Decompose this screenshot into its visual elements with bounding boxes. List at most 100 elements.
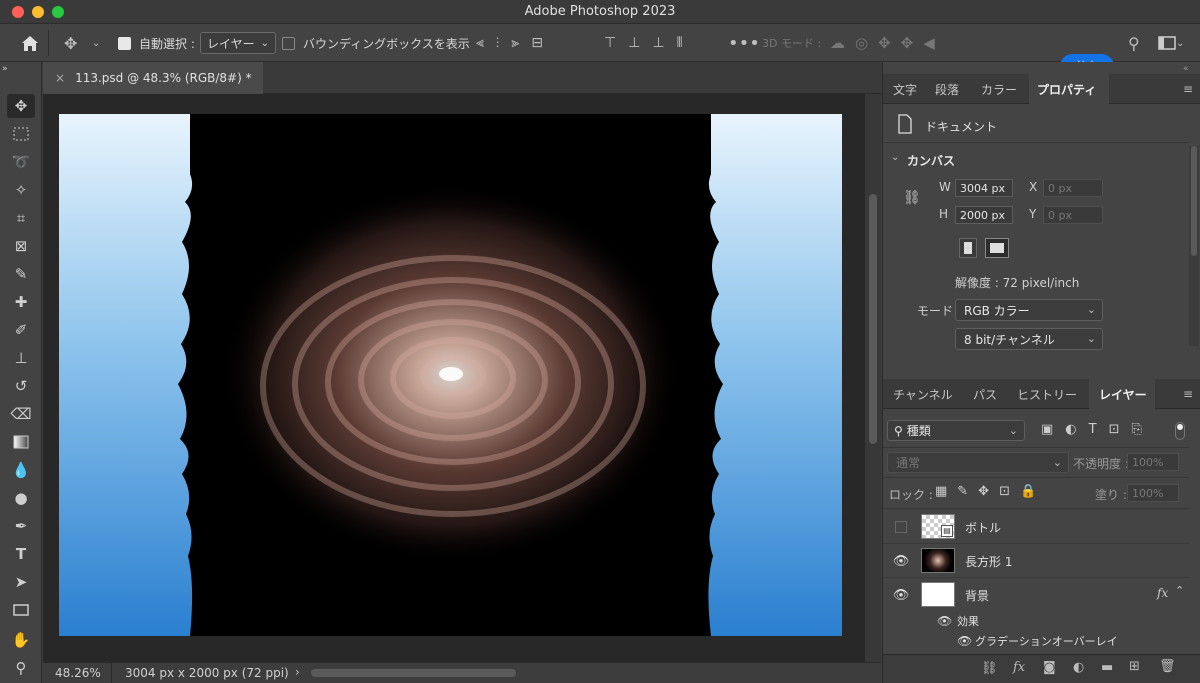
- auto-select-dropdown[interactable]: レイヤー ⌄: [200, 32, 277, 54]
- eraser-icon[interactable]: ⌫: [7, 402, 35, 426]
- home-icon[interactable]: [20, 24, 40, 62]
- fx-badge[interactable]: fx: [1157, 586, 1168, 600]
- mask-icon[interactable]: ◙: [1043, 660, 1056, 675]
- canvas-area[interactable]: [43, 94, 865, 662]
- history-brush-icon[interactable]: ↺: [7, 374, 35, 398]
- crop-tool-icon[interactable]: ⌗: [7, 206, 35, 230]
- link-icon[interactable]: ⛓: [903, 190, 921, 206]
- layer-name[interactable]: 背景: [965, 587, 989, 604]
- collapse-icon[interactable]: «: [1183, 64, 1189, 74]
- tab-paragraph[interactable]: 段落: [935, 74, 971, 104]
- lasso-tool-icon[interactable]: ➰: [7, 150, 35, 174]
- layer-filter-dropdown[interactable]: ⚲ 種類 ⌄: [887, 420, 1025, 441]
- eye-icon[interactable]: 👁: [893, 587, 910, 603]
- width-field[interactable]: 3004 px: [955, 179, 1013, 197]
- align-icons[interactable]: ⫷⫶⫸⊟: [476, 24, 555, 62]
- workspace-icon[interactable]: [1158, 24, 1176, 62]
- collapse-icon[interactable]: »: [2, 64, 30, 74]
- layer-name[interactable]: ボトル: [965, 519, 1001, 536]
- chevron-right-icon[interactable]: ›: [295, 665, 300, 679]
- dodge-tool-icon[interactable]: ●: [7, 486, 35, 510]
- new-layer-icon[interactable]: ⊞: [1129, 659, 1140, 674]
- frame-tool-icon[interactable]: ⊠: [7, 234, 35, 258]
- layer-row[interactable]: ▤ ボトル: [883, 510, 1189, 544]
- color-mode-dropdown[interactable]: RGB カラー ⌄: [955, 299, 1103, 321]
- divider: [48, 30, 49, 56]
- chevron-down-icon[interactable]: ⌄: [92, 24, 100, 62]
- lock-icons[interactable]: ▦✎✥⊡🔒: [935, 484, 1046, 499]
- layer-row[interactable]: 👁 背景 fx ⌃: [883, 578, 1189, 612]
- portrait-icon[interactable]: [959, 238, 977, 258]
- filter-toggle[interactable]: [1175, 422, 1185, 440]
- zoom-level[interactable]: 48.26%: [55, 666, 101, 680]
- panel-menu-icon[interactable]: ≡: [1183, 379, 1193, 409]
- document-canvas[interactable]: [43, 94, 865, 662]
- zoom-tool-icon[interactable]: ⚲: [7, 656, 35, 680]
- effect-item[interactable]: グラデーションオーバーレイ: [975, 633, 1118, 649]
- bit-depth-dropdown[interactable]: 8 bit/チャンネル ⌄: [955, 328, 1103, 350]
- chevron-down-icon[interactable]: ⌄: [1176, 24, 1184, 62]
- rectangle-tool-icon[interactable]: [7, 598, 35, 622]
- link-layers-icon[interactable]: ⛓: [981, 661, 998, 676]
- layer-name[interactable]: 長方形 1: [965, 553, 1012, 570]
- eye-icon[interactable]: 👁: [937, 614, 952, 628]
- eyedropper-icon[interactable]: ✎: [7, 262, 35, 286]
- close-icon[interactable]: ×: [55, 71, 65, 85]
- bounding-box-checkbox[interactable]: バウンディングボックスを表示: [282, 24, 470, 62]
- tab-history[interactable]: ヒストリー: [1017, 379, 1083, 409]
- properties-scrollbar[interactable]: [1189, 146, 1199, 346]
- layer-row[interactable]: 👁 長方形 1: [883, 544, 1189, 578]
- adjustment-icon[interactable]: ◐: [1073, 660, 1084, 675]
- type-tool-icon[interactable]: T: [7, 542, 35, 566]
- x-field[interactable]: 0 px: [1043, 179, 1103, 197]
- folder-icon[interactable]: ▬: [1101, 660, 1113, 675]
- hand-tool-icon[interactable]: ✋: [7, 628, 35, 652]
- tab-color[interactable]: カラー: [981, 74, 1025, 104]
- smart-object-icon: ▤: [941, 525, 953, 537]
- chevron-up-icon[interactable]: ⌃: [1175, 584, 1184, 597]
- blend-mode-value: 通常: [896, 456, 921, 470]
- fill-field[interactable]: 100%: [1127, 484, 1179, 502]
- visibility-toggle-off[interactable]: [893, 519, 909, 535]
- healing-brush-icon[interactable]: ✚: [7, 290, 35, 314]
- magic-wand-icon[interactable]: ✧: [7, 178, 35, 202]
- move-tool-icon[interactable]: ✥: [7, 94, 35, 118]
- distribute-icons[interactable]: ⊤⊥⊥⫴: [604, 24, 694, 62]
- search-icon[interactable]: ⚲: [1128, 24, 1140, 62]
- tab-paths[interactable]: パス: [973, 379, 1003, 409]
- properties-tab-bar: 文字 段落 カラー プロパティ ≡: [883, 74, 1200, 104]
- tab-layers[interactable]: レイヤー: [1089, 379, 1155, 409]
- landscape-icon[interactable]: [985, 238, 1009, 258]
- vertical-scrollbar[interactable]: [865, 94, 881, 662]
- eye-icon[interactable]: 👁: [957, 634, 972, 648]
- tab-type[interactable]: 文字: [893, 74, 929, 104]
- blur-tool-icon[interactable]: 💧: [7, 458, 35, 482]
- fx-icon[interactable]: fx: [1013, 660, 1025, 675]
- y-field[interactable]: 0 px: [1043, 206, 1103, 224]
- chevron-down-icon[interactable]: ⌄: [891, 152, 899, 163]
- scrollbar-thumb[interactable]: [869, 194, 877, 444]
- pen-tool-icon[interactable]: ✒: [7, 514, 35, 538]
- document-tab[interactable]: × 113.psd @ 48.3% (RGB/8#) *: [43, 62, 263, 94]
- brush-tool-icon[interactable]: ✐: [7, 318, 35, 342]
- more-options-icon[interactable]: •••: [728, 24, 760, 62]
- trash-icon[interactable]: 🗑: [1159, 659, 1176, 674]
- layer-thumbnail: [921, 548, 955, 573]
- path-selection-icon[interactable]: ➤: [7, 570, 35, 594]
- tab-channels[interactable]: チャンネル: [893, 379, 959, 409]
- auto-select-checkbox[interactable]: 自動選択 :: [118, 24, 195, 62]
- marquee-tool-icon[interactable]: [7, 122, 35, 146]
- section-canvas[interactable]: カンバス: [907, 152, 955, 169]
- opacity-field[interactable]: 100%: [1127, 453, 1179, 471]
- move-tool-icon[interactable]: ✥: [64, 24, 77, 62]
- eye-icon[interactable]: 👁: [893, 553, 910, 569]
- tab-properties[interactable]: プロパティ: [1029, 74, 1109, 104]
- blend-mode-dropdown[interactable]: 通常 ⌄: [887, 452, 1069, 473]
- horizontal-scrollbar[interactable]: [311, 669, 516, 677]
- gradient-tool-icon[interactable]: [7, 430, 35, 454]
- stamp-tool-icon[interactable]: ⊥: [7, 346, 35, 370]
- panel-menu-icon[interactable]: ≡: [1183, 74, 1193, 104]
- filter-icons[interactable]: ▣◐T⊡⎘: [1041, 422, 1154, 437]
- height-field[interactable]: 2000 px: [955, 206, 1013, 224]
- bit-depth-value: 8 bit/チャンネル: [964, 332, 1055, 347]
